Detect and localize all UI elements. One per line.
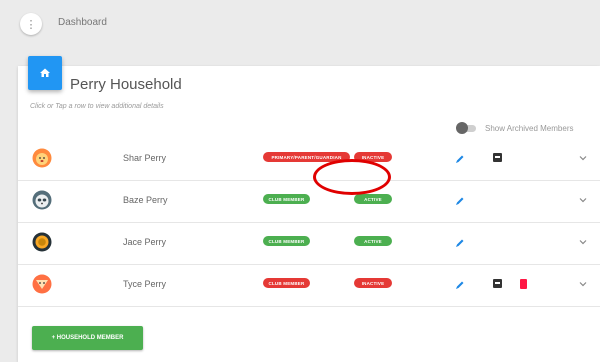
status-badge: ACTIVE: [354, 194, 392, 204]
member-row[interactable]: Shar Perry PRIMARY/PARENT/GUARDIAN INACT…: [18, 139, 600, 181]
chevron-down-icon[interactable]: [578, 279, 588, 289]
panda-avatar-icon: [32, 190, 52, 210]
role-badge: CLUB MEMBER: [263, 194, 310, 204]
role-badge: CLUB MEMBER: [263, 236, 310, 246]
edit-pencil-icon[interactable]: [455, 196, 465, 206]
chevron-down-icon[interactable]: [578, 153, 588, 163]
page-title: Dashboard: [58, 17, 107, 28]
member-row[interactable]: Tyce Perry CLUB MEMBER INACTIVE: [18, 265, 600, 307]
show-archived-label: Show Archived Members: [485, 124, 574, 133]
household-card: Perry Household Click or Tap a row to vi…: [18, 56, 600, 362]
household-title: Perry Household: [70, 76, 182, 93]
toggle-knob: [456, 122, 468, 134]
edit-pencil-icon[interactable]: [455, 238, 465, 248]
fox-avatar-icon: [32, 274, 52, 294]
add-household-member-button[interactable]: + HOUSEHOLD MEMBER: [32, 326, 143, 350]
role-badge: CLUB MEMBER: [263, 278, 310, 288]
row-hint-text: Click or Tap a row to view additional de…: [30, 103, 164, 110]
archive-box-icon[interactable]: [493, 153, 502, 162]
member-row[interactable]: Baze Perry CLUB MEMBER ACTIVE: [18, 181, 600, 223]
member-name: Baze Perry: [123, 195, 168, 205]
more-vert-icon[interactable]: ⋮: [20, 13, 42, 35]
toggle-switch[interactable]: [456, 122, 476, 134]
annotation-highlight-circle: [313, 159, 391, 195]
member-name: Tyce Perry: [123, 279, 167, 289]
member-row[interactable]: Jace Perry CLUB MEMBER ACTIVE: [18, 223, 600, 265]
status-badge: ACTIVE: [354, 236, 392, 246]
lion-avatar-icon: [32, 148, 52, 168]
top-bar: ⋮ Dashboard: [0, 0, 600, 50]
monkey-avatar-icon: [32, 232, 52, 252]
chevron-down-icon[interactable]: [578, 237, 588, 247]
edit-pencil-icon[interactable]: [455, 280, 465, 290]
delete-trash-icon[interactable]: [520, 279, 527, 289]
archive-box-icon[interactable]: [493, 279, 502, 288]
member-name: Jace Perry: [123, 237, 167, 247]
show-archived-toggle[interactable]: Show Archived Members: [456, 122, 574, 134]
status-badge: INACTIVE: [354, 278, 392, 288]
member-name: Shar Perry: [123, 153, 167, 163]
home-icon[interactable]: [28, 56, 62, 90]
chevron-down-icon[interactable]: [578, 195, 588, 205]
edit-pencil-icon[interactable]: [455, 154, 465, 164]
